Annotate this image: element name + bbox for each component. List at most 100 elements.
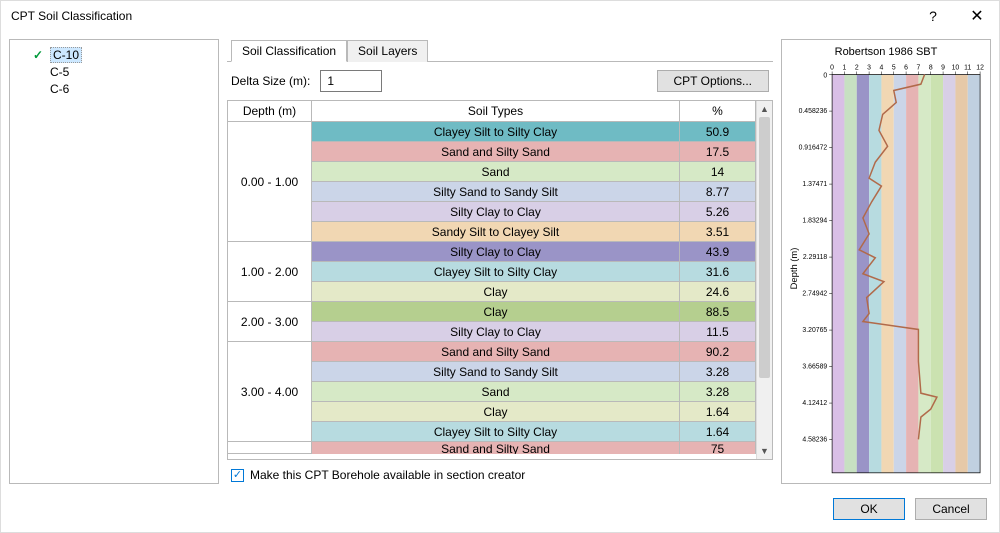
soil-type-cell: Clayey Silt to Silty Clay — [312, 262, 680, 282]
svg-text:8: 8 — [929, 63, 933, 71]
tree-item[interactable]: ✓ C-10 — [10, 46, 218, 63]
table-row[interactable]: Clayey Silt to Silty Clay1.64 — [312, 422, 756, 442]
percent-cell: 31.6 — [680, 262, 756, 282]
soil-type-cell: Clayey Silt to Silty Clay — [312, 422, 680, 442]
table-row[interactable]: Silty Clay to Clay43.9 — [312, 242, 756, 262]
svg-text:0.916472: 0.916472 — [799, 143, 828, 151]
tab[interactable]: Soil Layers — [347, 40, 428, 62]
table-row[interactable]: Clay24.6 — [312, 282, 756, 302]
delta-size-input[interactable] — [320, 70, 382, 92]
svg-text:3.20765: 3.20765 — [802, 326, 827, 334]
grid-rows: 0.00 - 1.00Clayey Silt to Silty Clay50.9… — [228, 122, 756, 459]
svg-text:7: 7 — [917, 63, 921, 71]
table-row[interactable]: Silty Clay to Clay11.5 — [312, 322, 756, 342]
soil-grid: Depth (m) Soil Types % 0.00 - 1.00Clayey… — [227, 100, 773, 460]
percent-cell: 3.28 — [680, 382, 756, 402]
depth-group: 0.00 - 1.00Clayey Silt to Silty Clay50.9… — [228, 122, 756, 242]
percent-cell: 43.9 — [680, 242, 756, 262]
dialog-footer: OK Cancel — [1, 492, 999, 532]
svg-text:12: 12 — [976, 63, 984, 71]
help-button[interactable]: ? — [911, 1, 955, 31]
percent-cell: 90.2 — [680, 342, 756, 362]
tree-item-label: C-5 — [50, 65, 69, 79]
tree-item-label: C-10 — [50, 47, 82, 63]
percent-cell: 1.64 — [680, 422, 756, 442]
svg-text:4.12412: 4.12412 — [802, 399, 827, 407]
close-button[interactable]: ✕ — [955, 1, 999, 31]
sbt-chart: 012345678910111200.4582360.9164721.37471… — [788, 60, 984, 477]
titlebar: CPT Soil Classification ? ✕ — [1, 1, 999, 31]
check-icon: ✓ — [32, 49, 44, 61]
col-header-percent[interactable]: % — [680, 101, 756, 122]
table-row[interactable]: Sand and Silty Sand75 — [312, 442, 756, 454]
depth-cell[interactable]: 1.00 - 2.00 — [228, 242, 312, 302]
cpt-options-button[interactable]: CPT Options... — [657, 70, 769, 92]
svg-text:5: 5 — [892, 63, 896, 71]
percent-cell: 3.28 — [680, 362, 756, 382]
table-row[interactable]: Sand and Silty Sand90.2 — [312, 342, 756, 362]
section-creator-checkbox[interactable]: ✓ — [231, 469, 244, 482]
svg-text:1.37471: 1.37471 — [802, 180, 827, 188]
soil-type-cell: Clay — [312, 282, 680, 302]
scroll-up-button[interactable]: ▲ — [757, 101, 772, 117]
cancel-button[interactable]: Cancel — [915, 498, 987, 520]
tab[interactable]: Soil Classification — [231, 40, 347, 62]
soil-type-cell: Clay — [312, 302, 680, 322]
svg-text:0: 0 — [823, 72, 827, 80]
svg-text:3.66589: 3.66589 — [802, 362, 827, 370]
depth-cell[interactable] — [228, 442, 312, 454]
tree-item[interactable]: ✓C-6 — [10, 80, 218, 97]
soil-type-cell: Silty Clay to Clay — [312, 202, 680, 222]
svg-text:1: 1 — [843, 63, 847, 71]
col-header-depth[interactable]: Depth (m) — [228, 101, 312, 122]
table-row[interactable]: Silty Sand to Sandy Silt8.77 — [312, 182, 756, 202]
scroll-track[interactable] — [757, 117, 772, 443]
soil-type-cell: Clayey Silt to Silty Clay — [312, 122, 680, 142]
table-row[interactable]: Clayey Silt to Silty Clay50.9 — [312, 122, 756, 142]
scroll-down-button[interactable]: ▼ — [757, 443, 772, 459]
svg-text:4.58236: 4.58236 — [802, 435, 827, 443]
depth-cell[interactable]: 3.00 - 4.00 — [228, 342, 312, 442]
grid-header: Depth (m) Soil Types % — [228, 101, 756, 122]
soil-type-cell: Silty Sand to Sandy Silt — [312, 182, 680, 202]
table-row[interactable]: Sandy Silt to Clayey Silt3.51 — [312, 222, 756, 242]
table-row[interactable]: Silty Clay to Clay5.26 — [312, 202, 756, 222]
percent-cell: 24.6 — [680, 282, 756, 302]
depth-cell[interactable]: 0.00 - 1.00 — [228, 122, 312, 242]
chart-title: Robertson 1986 SBT — [788, 46, 984, 58]
table-row[interactable]: Sand and Silty Sand17.5 — [312, 142, 756, 162]
table-row[interactable]: Sand14 — [312, 162, 756, 182]
chart-area: 012345678910111200.4582360.9164721.37471… — [788, 60, 984, 477]
vertical-scrollbar[interactable]: ▲ ▼ — [756, 101, 772, 459]
control-row: Delta Size (m): CPT Options... — [227, 68, 773, 94]
depth-group: 3.00 - 4.00Sand and Silty Sand90.2Silty … — [228, 342, 756, 442]
percent-cell: 88.5 — [680, 302, 756, 322]
depth-group: 2.00 - 3.00Clay88.5Silty Clay to Clay11.… — [228, 302, 756, 342]
soil-type-cell: Sand — [312, 162, 680, 182]
svg-text:4: 4 — [880, 63, 884, 71]
percent-cell: 8.77 — [680, 182, 756, 202]
percent-cell: 17.5 — [680, 142, 756, 162]
soil-type-cell: Silty Sand to Sandy Silt — [312, 362, 680, 382]
soil-type-cell: Silty Clay to Clay — [312, 242, 680, 262]
chart-panel: Robertson 1986 SBT 012345678910111200.45… — [781, 39, 991, 484]
tree-item[interactable]: ✓C-5 — [10, 63, 218, 80]
table-row[interactable]: Clayey Silt to Silty Clay31.6 — [312, 262, 756, 282]
col-header-soil[interactable]: Soil Types — [312, 101, 680, 122]
delta-size-label: Delta Size (m): — [231, 74, 310, 88]
svg-text:2.74942: 2.74942 — [802, 289, 827, 297]
table-row[interactable]: Clay88.5 — [312, 302, 756, 322]
percent-cell: 14 — [680, 162, 756, 182]
ok-button[interactable]: OK — [833, 498, 905, 520]
percent-cell: 5.26 — [680, 202, 756, 222]
table-row[interactable]: Silty Sand to Sandy Silt3.28 — [312, 362, 756, 382]
table-row[interactable]: Sand3.28 — [312, 382, 756, 402]
dialog-window: CPT Soil Classification ? ✕ ✓C-10✓C-5✓C-… — [0, 0, 1000, 533]
soil-type-cell: Sand — [312, 382, 680, 402]
table-row[interactable]: Clay1.64 — [312, 402, 756, 422]
percent-cell: 3.51 — [680, 222, 756, 242]
scroll-thumb[interactable] — [759, 117, 770, 378]
depth-cell[interactable]: 2.00 - 3.00 — [228, 302, 312, 342]
window-title: CPT Soil Classification — [11, 9, 911, 23]
borehole-list: ✓ C-10✓C-5✓C-6 — [9, 39, 219, 484]
